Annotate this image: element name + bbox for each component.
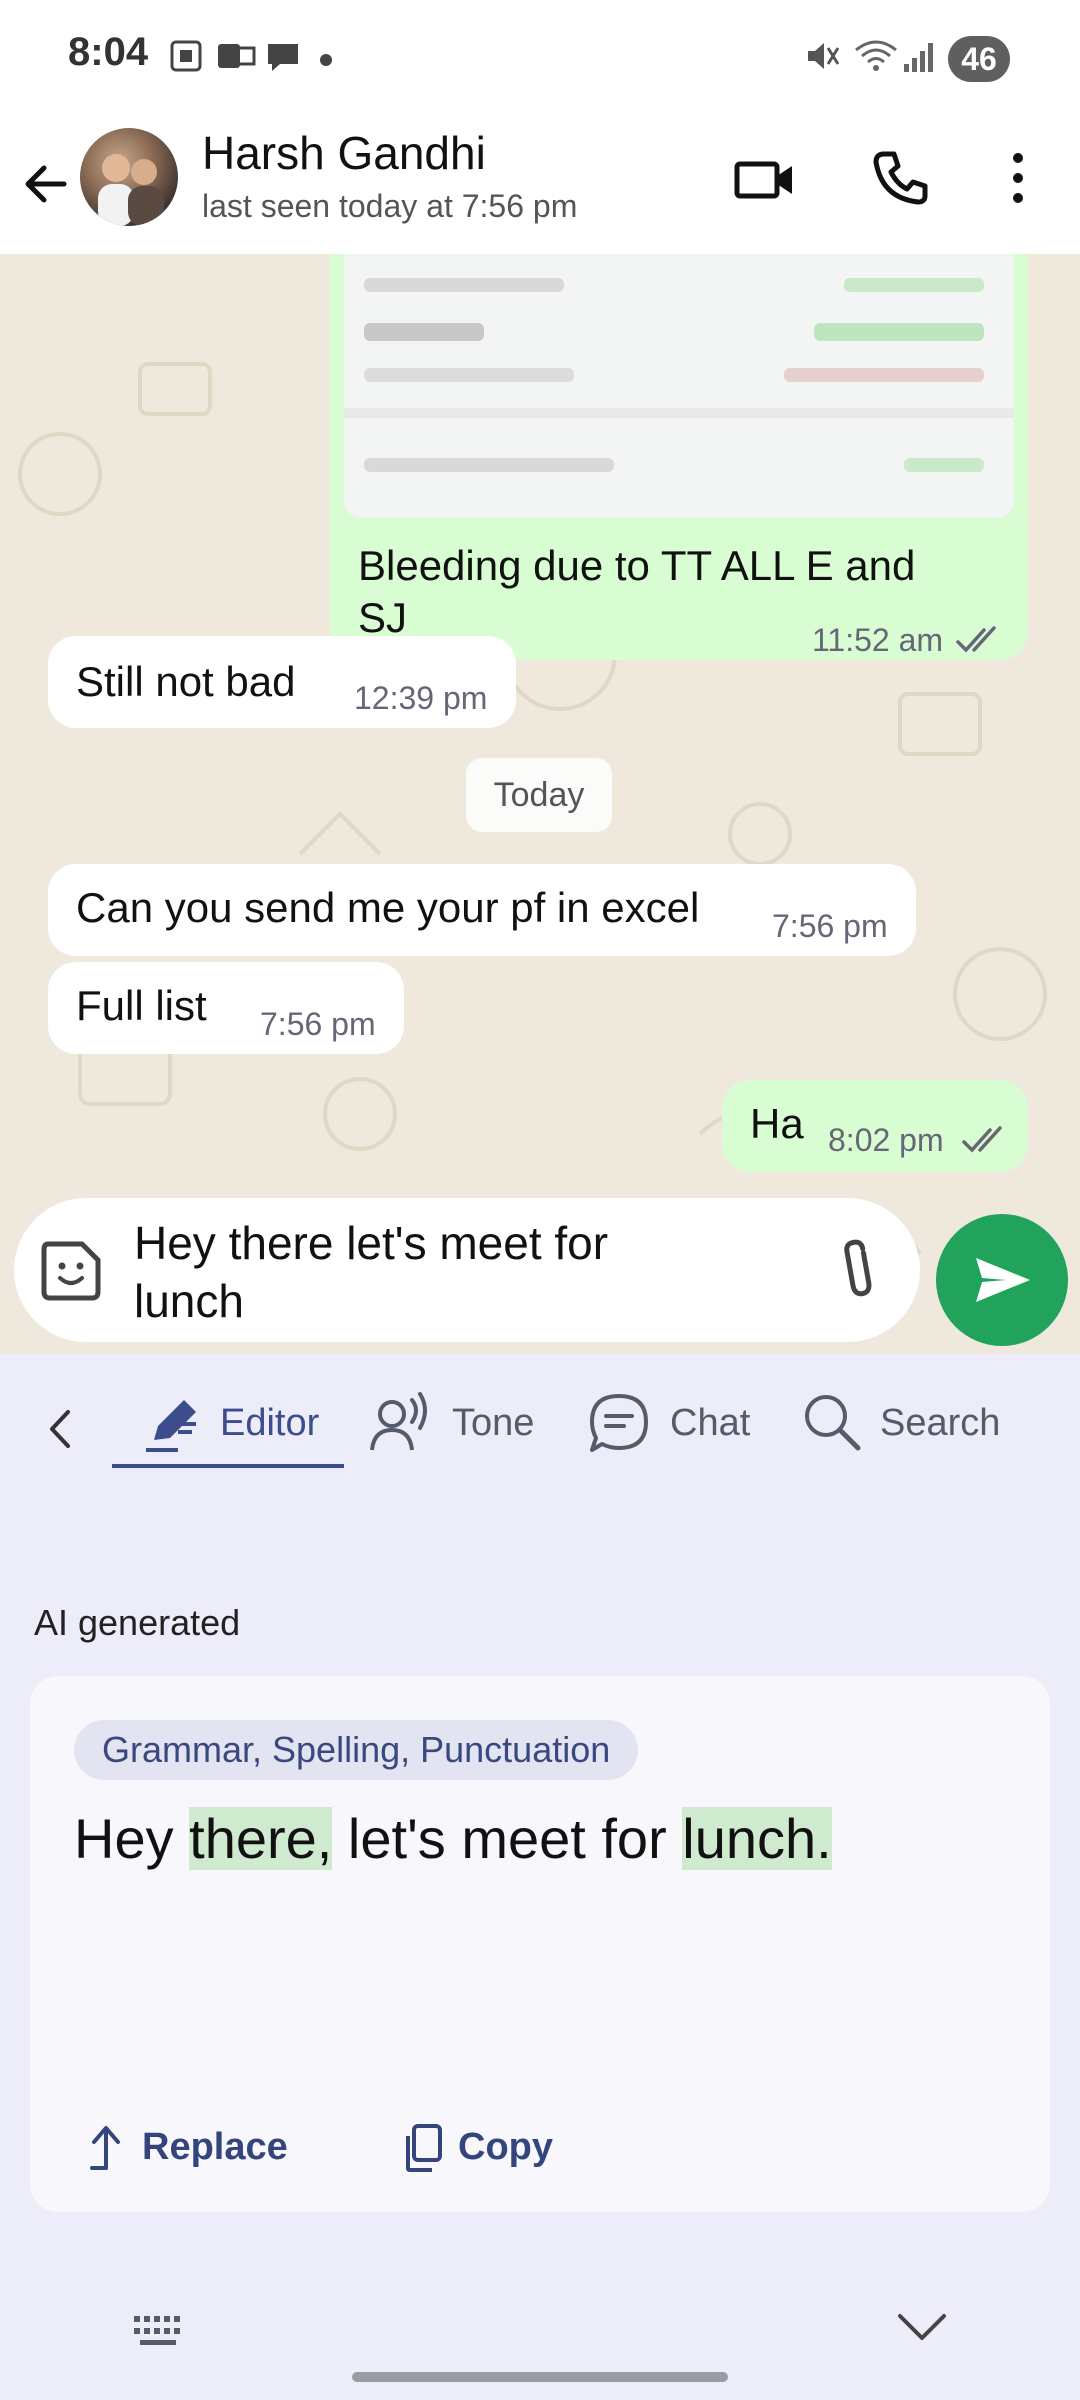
screenshot-icon (170, 40, 202, 72)
image-message-bubble[interactable]: Bleeding due to TT ALL E and SJ 11:52 am (330, 254, 1028, 660)
suggested-text[interactable]: Hey there, let's meet for lunch. (74, 1794, 832, 1884)
back-arrow-icon[interactable] (20, 158, 72, 210)
chat-header: Harsh Gandhi last seen today at 7:56 pm (0, 118, 1080, 254)
voice-call-icon[interactable] (870, 148, 930, 208)
message-time: 12:39 pm (354, 680, 488, 716)
panel-back-icon[interactable] (40, 1404, 80, 1454)
last-seen-status: last seen today at 7:56 pm (202, 188, 578, 224)
search-icon (805, 1395, 861, 1451)
more-notifications-dot-icon (320, 54, 332, 66)
ai-generated-label: AI generated (34, 1602, 241, 1643)
date-separator: Today (466, 758, 612, 832)
message-time: 7:56 pm (772, 908, 888, 944)
video-call-icon[interactable] (734, 152, 796, 208)
portfolio-screenshot-image[interactable] (344, 254, 1014, 518)
read-receipt-icon (962, 1126, 1002, 1153)
chat-bubble-icon (590, 1394, 648, 1452)
tab-label: Editor (220, 1402, 320, 1444)
tab-search[interactable]: Search (802, 1388, 1012, 1460)
outlook-icon (218, 44, 256, 68)
active-tab-indicator (112, 1464, 344, 1468)
incoming-message-bubble[interactable]: Full list 7:56 pm (48, 962, 404, 1054)
status-bar: 8:04 46 (0, 0, 1080, 118)
outgoing-message-bubble[interactable]: Ha 8:02 pm (722, 1080, 1028, 1172)
send-button[interactable] (936, 1214, 1068, 1346)
message-text: Can you send me your pf in excel (76, 884, 700, 931)
tab-chat[interactable]: Chat (588, 1388, 768, 1460)
battery-indicator: 46 (948, 36, 1010, 82)
suggestion-segment: Hey (74, 1807, 190, 1870)
suggestion-card[interactable]: Grammar, Spelling, Punctuation Hey there… (30, 1676, 1050, 2212)
status-time: 8:04 (68, 30, 149, 74)
suggestion-highlight: lunch. (682, 1807, 832, 1870)
keyboard-icon[interactable] (132, 2314, 188, 2350)
tab-label: Search (880, 1402, 1001, 1444)
suggestion-highlight: there, (189, 1807, 333, 1870)
replace-icon (90, 2126, 120, 2170)
attach-icon[interactable] (832, 1236, 888, 1306)
signal-icon (904, 43, 933, 72)
chat-area[interactable]: Bleeding due to TT ALL E and SJ 11:52 am… (0, 254, 1080, 1354)
more-options-icon[interactable] (1000, 148, 1036, 208)
message-text: Ha (750, 1100, 804, 1147)
avatar[interactable] (80, 128, 178, 226)
message-notification-icon (268, 44, 298, 71)
copy-label: Copy (458, 2126, 553, 2168)
replace-label: Replace (142, 2126, 288, 2168)
tab-label: Chat (670, 1402, 751, 1444)
wifi-icon (855, 40, 897, 71)
contact-name[interactable]: Harsh Gandhi (202, 126, 486, 180)
incoming-message-bubble[interactable]: Can you send me your pf in excel 7:56 pm (48, 864, 916, 956)
blurred-table-graphic (344, 278, 1014, 472)
send-icon (976, 1258, 1030, 1302)
pen-icon (146, 1400, 196, 1452)
message-input[interactable]: Hey there let's meet for lunch (134, 1214, 834, 1330)
sticker-icon[interactable] (38, 1238, 104, 1304)
message-time: 8:02 pm (828, 1122, 944, 1158)
voice-icon (370, 1392, 427, 1451)
avatar-photo (98, 154, 164, 226)
mute-icon (808, 43, 840, 69)
copy-icon (406, 2124, 442, 2172)
message-time: 11:52 am (812, 622, 944, 658)
tab-editor[interactable]: Editor (136, 1388, 356, 1460)
collapse-chevron-icon[interactable] (896, 2308, 948, 2348)
message-composer[interactable]: Hey there let's meet for lunch (14, 1198, 920, 1342)
read-receipt-icon (956, 626, 996, 653)
tab-label: Tone (452, 1402, 535, 1444)
incoming-message-bubble[interactable]: Still not bad 12:39 pm (48, 636, 516, 728)
home-indicator[interactable] (352, 2372, 728, 2382)
message-text: Still not bad (76, 658, 296, 705)
suggestion-segment: let's meet for (332, 1807, 683, 1870)
message-time: 7:56 pm (260, 1006, 376, 1042)
message-text: Full list (76, 982, 207, 1029)
correction-category-chip: Grammar, Spelling, Punctuation (74, 1720, 639, 1780)
tab-tone[interactable]: Tone (368, 1388, 548, 1460)
ai-writing-panel: Editor Tone Chat Search AI generated Gra… (0, 1354, 1080, 2400)
